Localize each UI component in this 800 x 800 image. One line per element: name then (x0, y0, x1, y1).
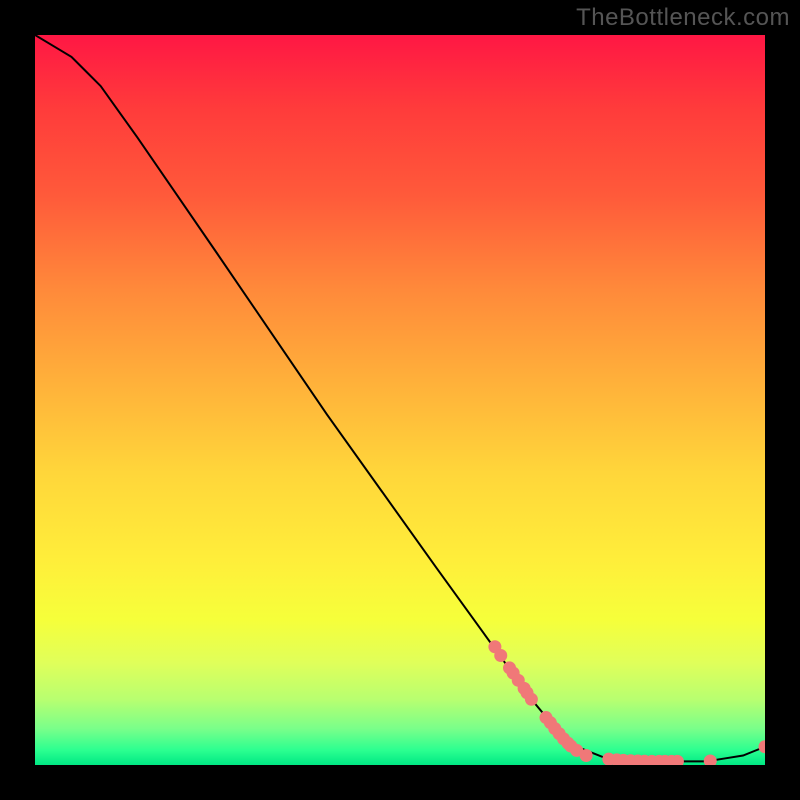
data-points (488, 640, 765, 765)
plot-area (35, 35, 765, 765)
chart-svg (35, 35, 765, 765)
data-point (494, 649, 507, 662)
data-point (704, 754, 717, 765)
bottleneck-curve (35, 35, 765, 761)
data-point (759, 740, 766, 753)
data-point (580, 749, 593, 762)
data-point (525, 693, 538, 706)
chart-container: TheBottleneck.com (0, 0, 800, 800)
branding-text: TheBottleneck.com (576, 4, 790, 32)
